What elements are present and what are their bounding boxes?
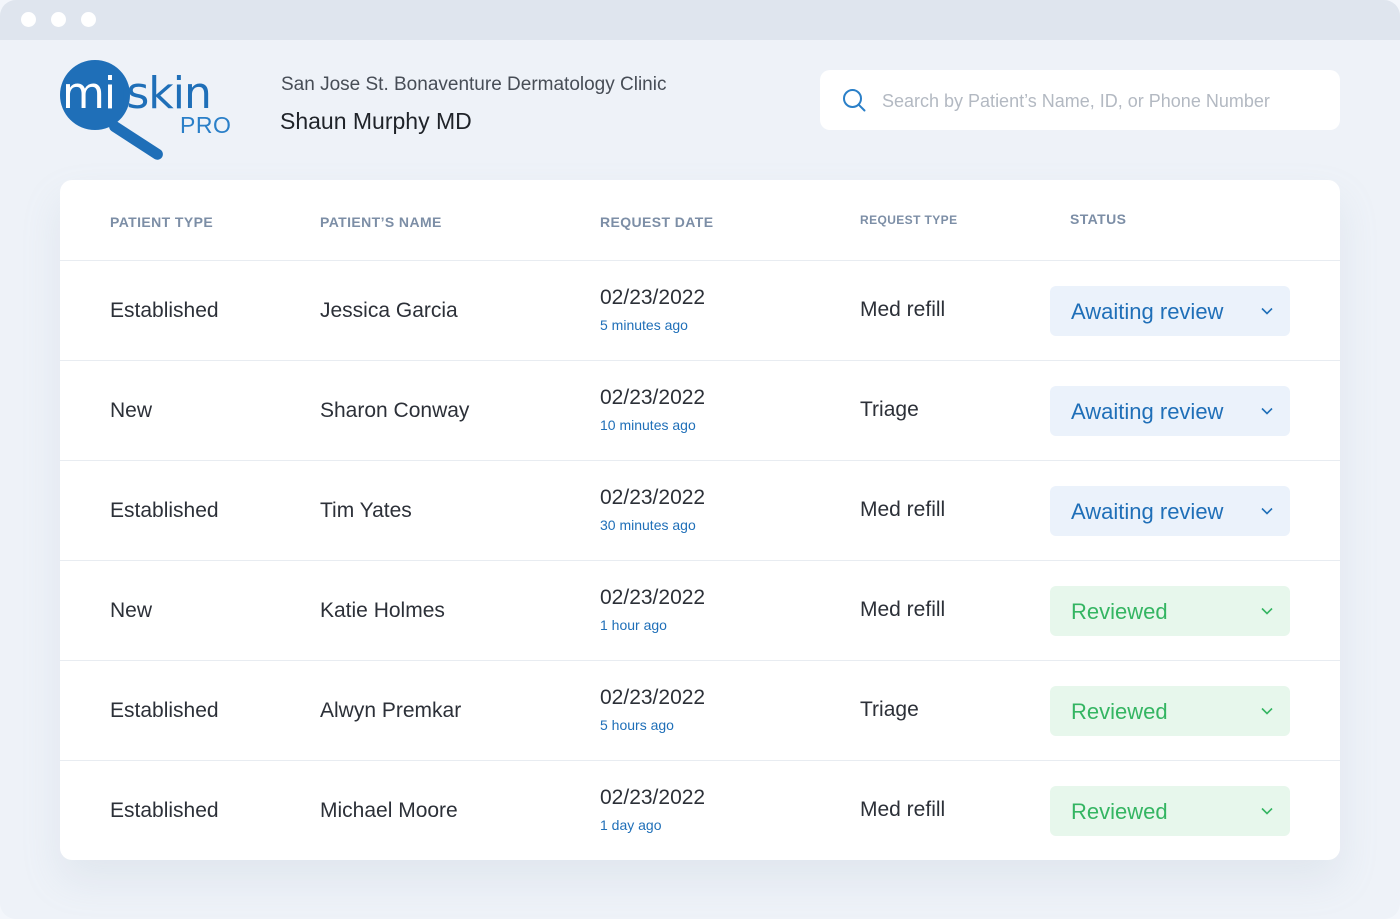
table-row[interactable]: Established Alwyn Premkar 02/23/2022 5 h… (60, 660, 1340, 761)
patient-name-cell: Sharon Conway (320, 399, 470, 422)
patient-type-cell: Established (110, 499, 219, 522)
logo-wordmark: miiskin (62, 72, 212, 116)
window-close-dot[interactable] (21, 12, 36, 27)
patient-name-cell: Michael Moore (320, 799, 458, 822)
request-relative-time: 30 minutes ago (600, 517, 696, 533)
status-dropdown[interactable]: Reviewed (1050, 786, 1290, 836)
column-header-request-type[interactable]: REQUEST TYPE (860, 213, 957, 227)
status-label: Reviewed (1071, 699, 1168, 724)
patient-name-cell: Jessica Garcia (320, 299, 458, 322)
status-dropdown[interactable]: Awaiting review (1050, 486, 1290, 536)
patient-type-cell: New (110, 399, 153, 422)
table-row[interactable]: Established Michael Moore 02/23/2022 1 d… (60, 760, 1340, 860)
window-maximize-dot[interactable] (81, 12, 96, 27)
search-input[interactable] (880, 84, 1324, 118)
status-dropdown[interactable]: Awaiting review (1050, 286, 1290, 336)
status-dropdown[interactable]: Awaiting review (1050, 386, 1290, 436)
patient-name-cell: Tim Yates (320, 499, 412, 522)
request-type-cell: Triage (860, 398, 919, 421)
column-header-patient-name[interactable]: PATIENT’S NAME (320, 214, 442, 230)
table-header: PATIENT TYPE PATIENT’S NAME REQUEST DATE… (60, 180, 1340, 261)
logo-lens-handle (107, 118, 165, 162)
table-row[interactable]: New Sharon Conway 02/23/2022 10 minutes … (60, 360, 1340, 461)
chevron-down-icon (1261, 407, 1273, 415)
status-label: Awaiting review (1071, 399, 1224, 424)
request-relative-time: 5 minutes ago (600, 317, 688, 333)
request-date-cell: 02/23/2022 (600, 786, 706, 809)
logo-pro-suffix: PRO (180, 112, 232, 138)
app-window: miiskin PRO San Jose St. Bonaventure Der… (0, 0, 1400, 919)
logo-text-mi: mi (62, 68, 116, 119)
patient-name-cell: Katie Holmes (320, 599, 445, 622)
status-dropdown[interactable]: Reviewed (1050, 586, 1290, 636)
chevron-down-icon (1261, 807, 1273, 815)
request-type-cell: Triage (860, 698, 919, 721)
status-label: Reviewed (1071, 599, 1168, 624)
column-header-status[interactable]: STATUS (1070, 211, 1126, 227)
table-row[interactable]: Established Jessica Garcia 02/23/2022 5 … (60, 260, 1340, 361)
column-header-request-date[interactable]: REQUEST DATE (600, 214, 713, 230)
request-relative-time: 5 hours ago (600, 717, 674, 733)
request-date-cell: 02/23/2022 (600, 386, 706, 409)
request-relative-time: 1 day ago (600, 817, 662, 833)
miiskin-pro-logo: miiskin PRO (58, 58, 238, 162)
request-type-cell: Med refill (860, 498, 946, 521)
status-label: Reviewed (1071, 799, 1168, 824)
chevron-down-icon (1261, 507, 1273, 515)
chevron-down-icon (1261, 307, 1273, 315)
search-box[interactable] (820, 70, 1340, 130)
patient-type-cell: Established (110, 699, 219, 722)
table-row[interactable]: Established Tim Yates 02/23/2022 30 minu… (60, 460, 1340, 561)
table-row[interactable]: New Katie Holmes 02/23/2022 1 hour ago M… (60, 560, 1340, 661)
request-date-cell: 02/23/2022 (600, 486, 706, 509)
search-icon (843, 89, 866, 112)
patient-type-cell: New (110, 599, 153, 622)
window-minimize-dot[interactable] (51, 12, 66, 27)
status-label: Awaiting review (1071, 299, 1224, 324)
status-label: Awaiting review (1071, 499, 1224, 524)
request-type-cell: Med refill (860, 598, 946, 621)
patient-type-cell: Established (110, 299, 219, 322)
requests-table: PATIENT TYPE PATIENT’S NAME REQUEST DATE… (60, 180, 1340, 860)
status-dropdown[interactable]: Reviewed (1050, 686, 1290, 736)
request-date-cell: 02/23/2022 (600, 286, 706, 309)
chevron-down-icon (1261, 707, 1273, 715)
request-date-cell: 02/23/2022 (600, 686, 706, 709)
request-type-cell: Med refill (860, 798, 946, 821)
doctor-name: Shaun Murphy MD (280, 108, 472, 134)
request-type-cell: Med refill (860, 298, 946, 321)
patient-type-cell: Established (110, 799, 219, 822)
chevron-down-icon (1261, 607, 1273, 615)
title-bar (0, 0, 1400, 40)
request-date-cell: 02/23/2022 (600, 586, 706, 609)
column-header-patient-type[interactable]: PATIENT TYPE (110, 214, 213, 230)
clinic-name: San Jose St. Bonaventure Dermatology Cli… (281, 74, 667, 95)
patient-name-cell: Alwyn Premkar (320, 699, 462, 722)
request-relative-time: 1 hour ago (600, 617, 667, 633)
request-relative-time: 10 minutes ago (600, 417, 696, 433)
